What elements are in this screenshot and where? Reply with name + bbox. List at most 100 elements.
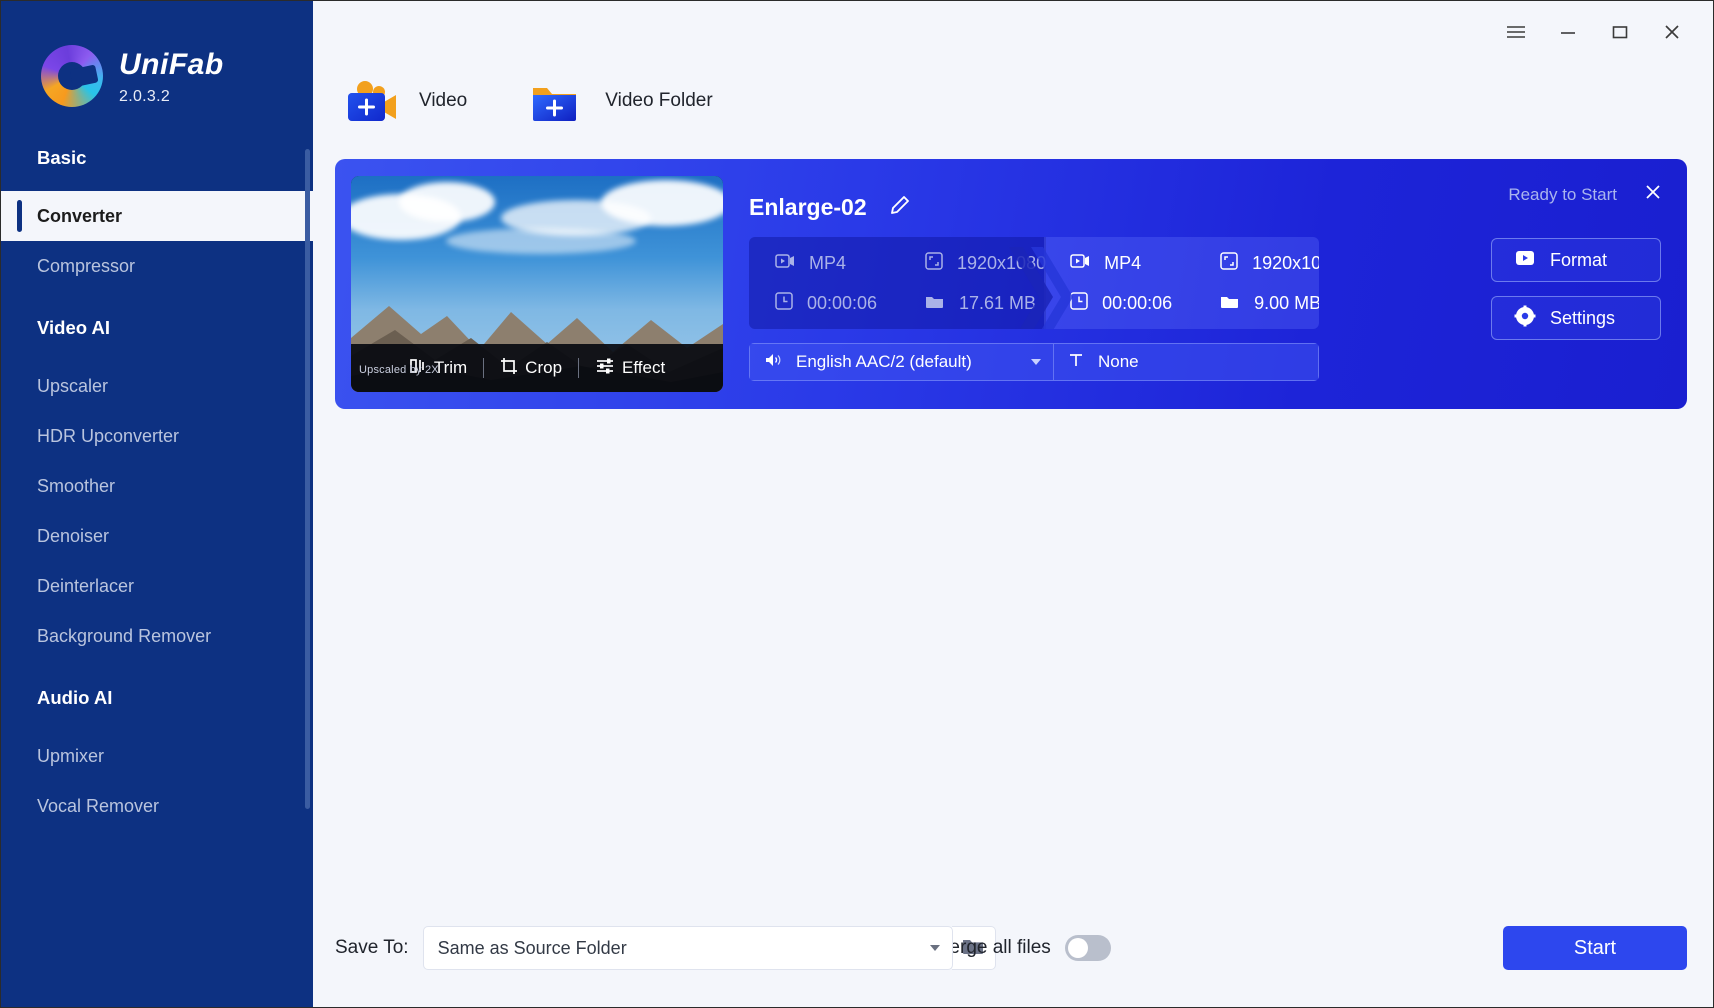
format-icon — [1514, 248, 1536, 273]
source-duration-text: 00:00:06 — [807, 292, 878, 313]
save-to-value: Same as Source Folder — [437, 937, 627, 958]
job-list: Upscaled by 2X Trim Crop Effect Ready to… — [313, 133, 1713, 409]
format-button[interactable]: Format — [1491, 238, 1661, 282]
start-label: Start — [1573, 936, 1617, 959]
unifab-window: UniFab 2.0.3.2 Basic Converter Compresso… — [0, 0, 1714, 1008]
source-format-text: MP4 — [809, 252, 847, 273]
merge-all-files-toggle[interactable] — [1064, 935, 1111, 961]
brand: UniFab 2.0.3.2 — [1, 1, 313, 107]
settings-label: Settings — [1550, 307, 1616, 328]
sidebar-item-label: Upscaler — [37, 375, 109, 396]
media-specs: MP4 1920x1080 00:00:06 17.61 MB MP4 1920… — [749, 237, 1319, 329]
sidebar-scrollbar[interactable] — [305, 149, 310, 809]
sidebar-item-label: Compressor — [37, 255, 136, 276]
resolution-icon — [925, 251, 943, 275]
cloud-shape — [399, 182, 495, 222]
effect-label: Effect — [622, 358, 666, 377]
video-thumbnail[interactable]: Upscaled by 2X Trim Crop Effect — [351, 176, 723, 392]
source-specs: MP4 1920x1080 00:00:06 17.61 MB — [749, 237, 1047, 329]
start-button[interactable]: Start — [1503, 926, 1687, 970]
job-card: Upscaled by 2X Trim Crop Effect Ready to… — [335, 159, 1687, 409]
main-area: Video Video Folder Upscaled by 2X Trim C… — [313, 1, 1713, 1007]
upscaled-badge: Upscaled by 2X — [359, 364, 439, 376]
sidebar-item-upscaler[interactable]: Upscaler — [1, 361, 313, 411]
output-format: MP4 — [1070, 253, 1220, 274]
sidebar: UniFab 2.0.3.2 Basic Converter Compresso… — [1, 1, 313, 1007]
sidebar-item-upmixer[interactable]: Upmixer — [1, 731, 313, 781]
settings-button[interactable]: Settings — [1491, 296, 1661, 340]
hamburger-menu-icon[interactable] — [1493, 13, 1539, 51]
window-titlebar — [313, 1, 1713, 63]
sidebar-item-label: HDR Upconverter — [37, 425, 180, 446]
effect-icon — [595, 357, 615, 380]
crop-icon — [500, 357, 518, 380]
output-duration-text: 00:00:06 — [1102, 292, 1173, 313]
source-size: 17.61 MB — [925, 293, 1046, 314]
file-size-icon — [925, 293, 945, 314]
sidebar-nav: Basic Converter Compressor Video AI Upsc… — [1, 147, 313, 831]
minimize-icon[interactable] — [1545, 13, 1591, 51]
output-specs: MP4 1920x1080 — [1044, 237, 1319, 329]
status-badge: Ready to Start — [1508, 184, 1617, 204]
output-duration: 00:00:06 — [1070, 291, 1220, 315]
add-video-folder-button[interactable]: Video Folder — [521, 69, 720, 133]
sidebar-item-vocal-remover[interactable]: Vocal Remover — [1, 781, 313, 831]
sidebar-item-hdr-upconverter[interactable]: HDR Upconverter — [1, 411, 313, 461]
sidebar-item-label: Smoother — [37, 475, 116, 496]
app-version: 2.0.3.2 — [119, 87, 171, 105]
job-actions: Format Settings — [1491, 238, 1661, 340]
video-format-icon — [1070, 253, 1090, 274]
output-size: 9.00 MB — [1220, 293, 1319, 314]
brand-name: UniFab — [119, 48, 224, 81]
pencil-icon[interactable] — [889, 194, 911, 221]
source-size-text: 17.61 MB — [959, 292, 1037, 313]
sidebar-item-smoother[interactable]: Smoother — [1, 461, 313, 511]
audio-track-label: English AAC/2 (default) — [796, 352, 972, 371]
format-label: Format — [1550, 249, 1608, 270]
close-icon[interactable] — [1649, 13, 1695, 51]
gear-icon — [1514, 305, 1536, 332]
duration-icon — [775, 291, 793, 315]
subtitle-track-select[interactable]: None — [1054, 343, 1319, 381]
source-resolution-text: 1920x1080 — [957, 252, 1047, 273]
add-video-folder-icon — [529, 75, 587, 127]
crop-label: Crop — [525, 358, 563, 377]
sidebar-group-basic: Basic — [37, 147, 87, 168]
sidebar-group-video-ai: Video AI — [37, 317, 110, 338]
sidebar-item-deinterlacer[interactable]: Deinterlacer — [1, 561, 313, 611]
sidebar-item-label: Vocal Remover — [37, 795, 160, 816]
job-details: Ready to Start Enlarge-02 MP4 1920x1080 … — [723, 176, 1671, 392]
duration-icon — [1070, 291, 1088, 315]
chevron-down-icon — [1031, 359, 1041, 365]
add-video-label: Video — [419, 90, 468, 111]
sidebar-item-converter[interactable]: Converter — [1, 191, 313, 241]
cloud-shape — [601, 180, 723, 226]
crop-button[interactable]: Crop — [484, 357, 578, 380]
save-to-select[interactable]: Same as Source Folder — [422, 926, 953, 970]
file-size-icon — [1220, 293, 1240, 314]
sidebar-item-background-remover[interactable]: Background Remover — [1, 611, 313, 661]
subtitle-track-label: None — [1098, 352, 1139, 371]
sidebar-item-label: Denoiser — [37, 525, 110, 546]
source-resolution: 1920x1080 — [925, 251, 1047, 275]
speaker-icon — [764, 352, 782, 373]
sidebar-group-audio-ai: Audio AI — [37, 687, 113, 708]
remove-job-icon[interactable] — [1643, 182, 1663, 207]
output-resolution-text: 1920x1080 — [1252, 252, 1319, 273]
sidebar-item-denoiser[interactable]: Denoiser — [1, 511, 313, 561]
sidebar-item-label: Converter — [37, 205, 123, 226]
bottom-bar: Save To: Same as Source Folder Merge all… — [313, 889, 1713, 1007]
track-selectors: English AAC/2 (default) None — [749, 343, 1319, 381]
job-title: Enlarge-02 — [749, 194, 867, 220]
sidebar-item-compressor[interactable]: Compressor — [1, 241, 313, 291]
sidebar-item-label: Upmixer — [37, 745, 105, 766]
save-to-label: Save To: — [335, 937, 409, 958]
maximize-icon[interactable] — [1597, 13, 1643, 51]
unifab-logo-icon — [41, 45, 103, 107]
audio-track-select[interactable]: English AAC/2 (default) — [749, 343, 1054, 381]
effect-button[interactable]: Effect — [579, 357, 681, 380]
add-source-bar: Video Video Folder — [313, 63, 1713, 133]
add-video-button[interactable]: Video — [335, 69, 475, 133]
chevron-down-icon — [929, 945, 940, 951]
sidebar-item-label: Background Remover — [37, 625, 212, 646]
